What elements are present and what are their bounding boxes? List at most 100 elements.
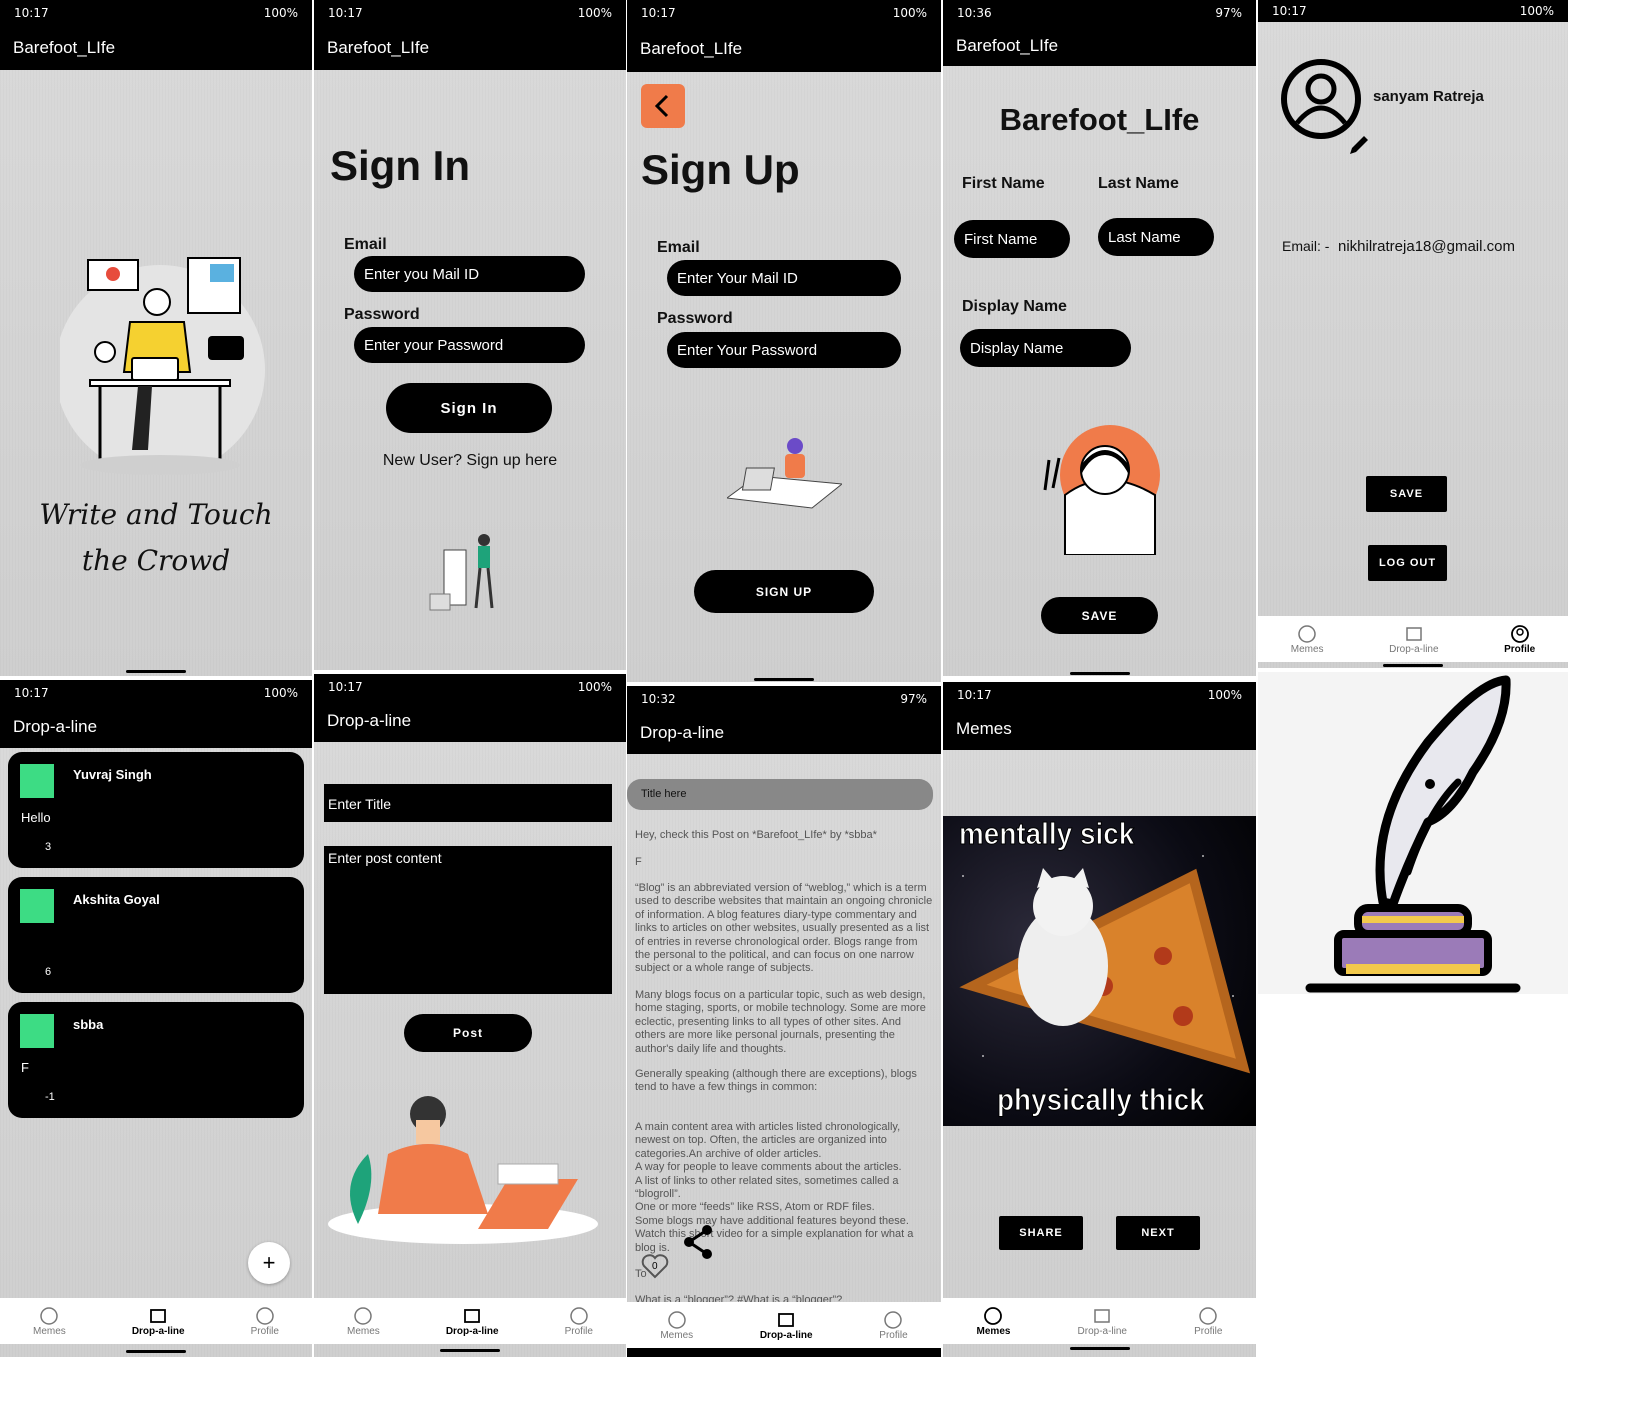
nav-profile[interactable]: Profile bbox=[565, 1306, 593, 1337]
status-bar: 10:17 100% bbox=[0, 680, 312, 706]
email-field[interactable]: Enter Your Mail ID bbox=[667, 260, 901, 296]
page-title: Drop-a-line bbox=[13, 717, 98, 736]
email-field[interactable]: Enter you Mail ID bbox=[354, 256, 585, 292]
nav-drop-a-line[interactable]: Drop-a-line bbox=[760, 1310, 813, 1341]
note-icon bbox=[1406, 626, 1422, 641]
last-name-field[interactable]: Last Name bbox=[1098, 218, 1214, 256]
app-title: Barefoot_LIfe bbox=[13, 38, 116, 57]
battery-indicator: 100% bbox=[263, 6, 298, 20]
pizza-cat-picture bbox=[959, 835, 1251, 1074]
page-title: Memes bbox=[956, 719, 1012, 738]
status-bar: 10:17 100% bbox=[314, 674, 626, 700]
title-input[interactable]: Enter Title bbox=[324, 784, 612, 822]
meme-face-icon bbox=[1298, 624, 1316, 643]
status-bar: 10:17 100% bbox=[627, 0, 941, 26]
sign-up-link[interactable]: New User? Sign up here bbox=[314, 452, 626, 470]
post-body: Hello bbox=[21, 810, 51, 825]
post-card[interactable]: sbba F -1 bbox=[8, 1002, 304, 1118]
meme-face-icon bbox=[354, 1306, 373, 1325]
bottom-nav: Memes Drop-a-line Profile bbox=[314, 1298, 626, 1344]
like-count: 0 bbox=[652, 1261, 658, 1272]
page-title: Barefoot_LIfe bbox=[999, 102, 1200, 137]
add-post-fab[interactable]: + bbox=[248, 1242, 290, 1284]
save-button[interactable]: SAVE bbox=[1366, 476, 1447, 512]
bottom-nav: Memes Drop-a-line Profile bbox=[1258, 616, 1568, 662]
sign-in-button[interactable]: Sign In bbox=[386, 383, 552, 433]
nav-memes[interactable]: Memes bbox=[347, 1306, 380, 1337]
meme-image: mentally sick physically thick bbox=[943, 816, 1256, 1126]
home-indicator bbox=[440, 1349, 500, 1352]
bottom-nav: Memes Drop-a-line Profile bbox=[0, 1298, 312, 1344]
nav-drop-a-line[interactable]: Drop-a-line bbox=[446, 1306, 499, 1337]
avatar-icon bbox=[1281, 59, 1361, 139]
status-bar: 10:17 100% bbox=[1258, 0, 1568, 22]
app-bar: Drop-a-line bbox=[314, 700, 626, 742]
password-field[interactable]: Enter Your Password bbox=[667, 332, 901, 368]
app-bar: Drop-a-line bbox=[0, 706, 312, 748]
status-bar: 10:17 100% bbox=[0, 0, 312, 26]
post-paragraph: To bbox=[635, 1268, 647, 1280]
post-button[interactable]: Post bbox=[404, 1014, 532, 1052]
next-button[interactable]: NEXT bbox=[1116, 1216, 1200, 1250]
first-name-label: First Name bbox=[962, 175, 1045, 192]
email-value: nikhilratreja18@gmail.com bbox=[1338, 238, 1515, 255]
pencil-edit-icon[interactable] bbox=[1346, 132, 1372, 158]
screen-sign-up: 10:17 100% Barefoot_LIfe Sign Up Email En… bbox=[627, 0, 941, 682]
email-label: Email: - bbox=[1282, 238, 1330, 254]
screen-splash: 10:17 100% Barefoot_LIfe Write and Touch … bbox=[0, 0, 312, 676]
home-indicator bbox=[754, 678, 814, 681]
quill-inkwell-icon bbox=[1305, 675, 1521, 993]
display-name-field[interactable]: Display Name bbox=[960, 329, 1131, 367]
display-name-label: Display Name bbox=[962, 298, 1067, 315]
logout-button[interactable]: LOG OUT bbox=[1368, 545, 1447, 581]
app-logo-panel bbox=[1258, 672, 1568, 994]
status-bar: 10:32 97% bbox=[627, 686, 941, 712]
nav-memes[interactable]: Memes bbox=[33, 1306, 66, 1337]
save-button[interactable]: SAVE bbox=[1041, 597, 1158, 634]
laptop-worker-illustration bbox=[727, 438, 842, 509]
home-indicator bbox=[1383, 664, 1443, 667]
share-icon[interactable] bbox=[682, 1224, 716, 1260]
like-count: 6 bbox=[45, 966, 52, 978]
page-title: Sign In bbox=[330, 142, 470, 189]
password-label: Password bbox=[657, 310, 733, 327]
post-author: sbba bbox=[73, 1017, 104, 1032]
share-button[interactable]: SHARE bbox=[999, 1216, 1083, 1250]
post-author-initial: F bbox=[635, 856, 642, 868]
bottom-nav: Memes Drop-a-line Profile bbox=[627, 1302, 941, 1348]
app-title: Barefoot_LIfe bbox=[327, 38, 430, 57]
post-card[interactable]: Akshita Goyal 6 bbox=[8, 877, 304, 993]
avatar bbox=[20, 764, 54, 798]
nav-profile[interactable]: Profile bbox=[251, 1306, 279, 1337]
nav-memes[interactable]: Memes bbox=[1291, 624, 1324, 655]
post-paragraph: Generally speaking (although there are e… bbox=[635, 1068, 917, 1094]
nav-memes[interactable]: Memes bbox=[660, 1310, 693, 1341]
page-title: Drop-a-line bbox=[327, 711, 412, 730]
nav-profile[interactable]: Profile bbox=[1194, 1306, 1222, 1337]
nav-profile[interactable]: Profile bbox=[1504, 624, 1535, 655]
nav-profile[interactable]: Profile bbox=[879, 1310, 908, 1341]
nav-drop-a-line[interactable]: Drop-a-line bbox=[1389, 624, 1439, 655]
profile-icon bbox=[1510, 624, 1529, 643]
note-icon bbox=[150, 1308, 167, 1323]
content-input[interactable]: Enter post content bbox=[324, 846, 612, 994]
app-bar: Drop-a-line bbox=[627, 712, 941, 754]
nav-memes[interactable]: Memes bbox=[977, 1306, 1010, 1337]
screen-profile: 10:17 100% sanyam Ratreja Email: - nikhil… bbox=[1258, 0, 1568, 668]
app-bar: Barefoot_LIfe bbox=[627, 26, 941, 72]
last-name-label: Last Name bbox=[1098, 175, 1179, 192]
password-field[interactable]: Enter your Password bbox=[354, 327, 585, 363]
chevron-left-icon bbox=[654, 94, 669, 118]
meme-face-icon bbox=[40, 1306, 59, 1325]
post-card[interactable]: Yuvraj Singh Hello 3 bbox=[8, 752, 304, 868]
profile-icon bbox=[1199, 1306, 1217, 1325]
post-author: Akshita Goyal bbox=[73, 892, 160, 907]
first-name-field[interactable]: First Name bbox=[954, 220, 1070, 258]
nav-drop-a-line[interactable]: Drop-a-line bbox=[132, 1306, 185, 1337]
post-author: Yuvraj Singh bbox=[73, 767, 152, 782]
like-count: 3 bbox=[45, 841, 52, 853]
back-button[interactable] bbox=[641, 84, 685, 128]
home-indicator bbox=[126, 1350, 186, 1353]
nav-drop-a-line[interactable]: Drop-a-line bbox=[1078, 1306, 1127, 1337]
sign-up-button[interactable]: SIGN UP bbox=[694, 570, 874, 613]
